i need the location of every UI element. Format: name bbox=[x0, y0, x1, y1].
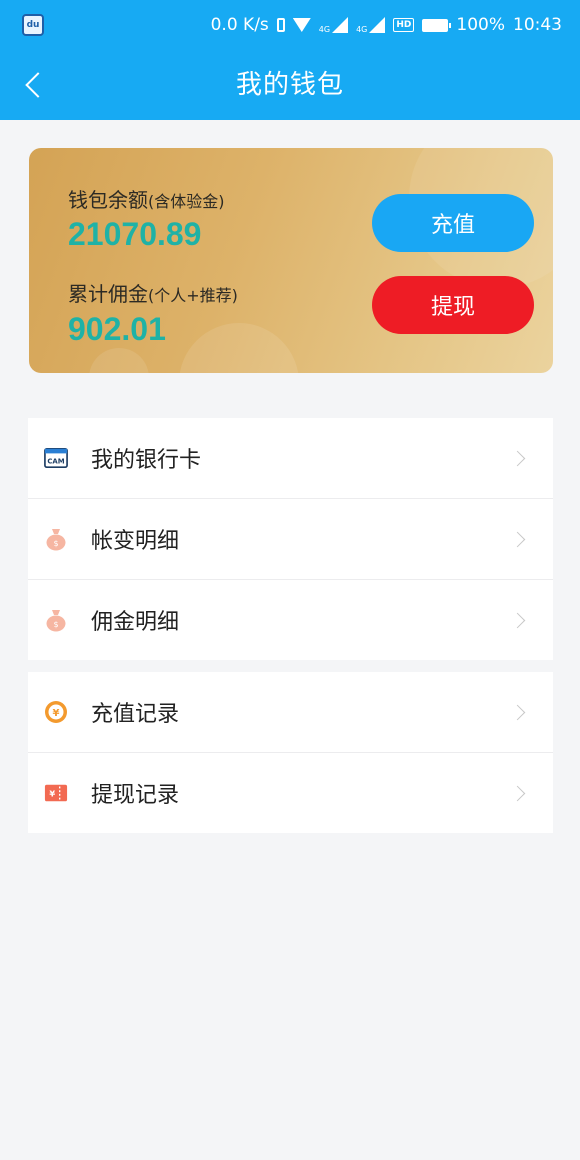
menu-group-records: ¥ 充值记录 ¥ 提现记录 bbox=[28, 672, 553, 833]
svg-text:$: $ bbox=[53, 620, 58, 629]
money-bag-icon: $ bbox=[44, 527, 68, 551]
balance-label: 钱包余额(含体验金) bbox=[68, 184, 225, 213]
hd-icon: HD bbox=[393, 18, 415, 32]
status-indicators: 0.0 K/s 4G 4G HD 100% 10:43 bbox=[211, 15, 562, 35]
ticket-icon-text: ¥ bbox=[49, 789, 55, 799]
net-speed: 0.0 K/s bbox=[210, 15, 269, 35]
chevron-right-icon bbox=[509, 785, 526, 801]
menu-label-account-changes: 帐变明细 bbox=[91, 529, 180, 554]
svg-text:$: $ bbox=[53, 539, 58, 548]
vibrate-icon bbox=[276, 18, 285, 32]
bank-card-icon: CAM bbox=[44, 446, 68, 470]
card-decoration bbox=[89, 348, 149, 373]
menu-item-recharge-records[interactable]: ¥ 充值记录 bbox=[28, 672, 553, 753]
title-bar: 我的钱包 bbox=[0, 50, 580, 120]
clock: 10:43 bbox=[513, 15, 562, 35]
network-type-1: 4G bbox=[318, 25, 331, 34]
menu-label-recharge-records: 充值记录 bbox=[91, 702, 180, 727]
menu-item-account-changes[interactable]: $ 帐变明细 bbox=[28, 499, 553, 580]
coin-icon: ¥ bbox=[44, 700, 68, 724]
signal-icon bbox=[332, 17, 349, 33]
chevron-right-icon bbox=[509, 704, 526, 720]
recharge-button[interactable]: 充值 bbox=[372, 194, 534, 252]
commission-label: 累计佣金(个人+推荐) bbox=[68, 278, 238, 307]
chevron-right-icon bbox=[509, 450, 526, 466]
battery-percent: 100% bbox=[456, 15, 505, 35]
balance-label-note: (含体验金) bbox=[148, 192, 225, 211]
card-decoration bbox=[179, 323, 299, 373]
coin-icon-text: ¥ bbox=[53, 708, 60, 719]
signal-icon-2 bbox=[369, 17, 386, 33]
balance-label-text: 钱包余额 bbox=[68, 188, 148, 212]
menu-label-withdraw-records: 提现记录 bbox=[91, 783, 180, 808]
money-bag-icon: $ bbox=[44, 608, 68, 632]
chevron-right-icon bbox=[509, 531, 526, 547]
chevron-right-icon bbox=[509, 612, 526, 628]
ticket-icon: ¥ bbox=[44, 781, 68, 805]
page-title: 我的钱包 bbox=[235, 70, 344, 100]
menu-group-account: CAM 我的银行卡 $ 帐变明细 $ 佣金明细 bbox=[28, 418, 553, 660]
balance-value: 21070.89 bbox=[68, 216, 202, 252]
commission-label-note: (个人+推荐) bbox=[148, 286, 238, 305]
menu-item-commission-details[interactable]: $ 佣金明细 bbox=[28, 580, 553, 660]
menu-label-commission-details: 佣金明细 bbox=[91, 610, 180, 635]
wallet-card: 钱包余额(含体验金) 21070.89 累计佣金(个人+推荐) 902.01 充… bbox=[29, 148, 553, 373]
wifi-icon bbox=[292, 18, 311, 32]
bank-card-icon-text: CAM bbox=[47, 458, 64, 466]
menu-item-withdraw-records[interactable]: ¥ 提现记录 bbox=[28, 753, 553, 833]
battery-icon bbox=[422, 18, 452, 32]
network-type-2: 4G bbox=[356, 25, 368, 34]
menu-item-bank-card[interactable]: CAM 我的银行卡 bbox=[28, 418, 553, 499]
menu-label-bank-card: 我的银行卡 bbox=[91, 448, 202, 473]
commission-value: 902.01 bbox=[68, 311, 166, 347]
commission-label-text: 累计佣金 bbox=[68, 282, 148, 306]
withdraw-button[interactable]: 提现 bbox=[372, 276, 534, 334]
app-icon: du bbox=[22, 14, 44, 36]
status-bar: du 0.0 K/s 4G 4G HD 100% 10:43 bbox=[0, 0, 580, 50]
